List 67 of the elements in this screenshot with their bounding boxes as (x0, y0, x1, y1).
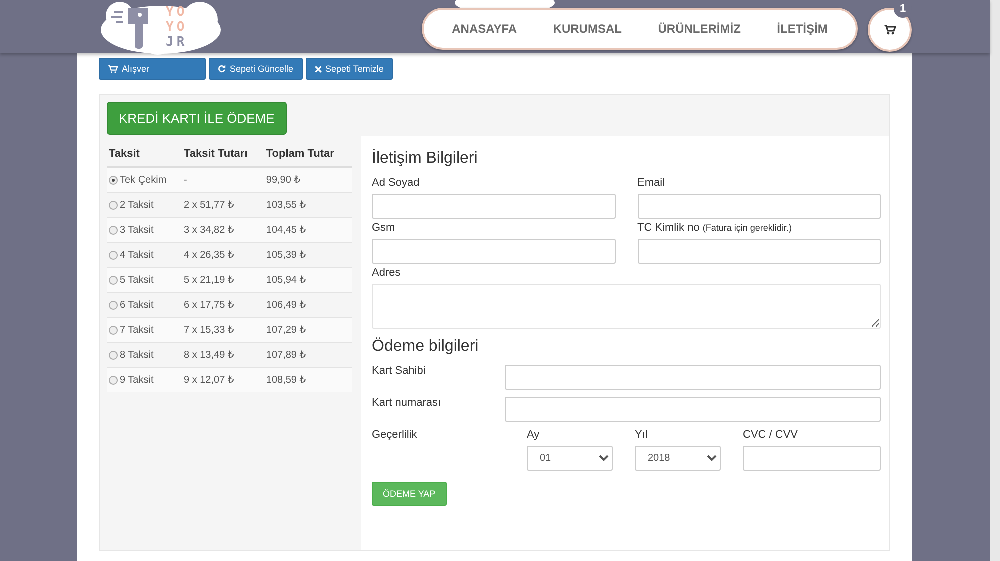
refresh-icon (218, 65, 226, 73)
input-field[interactable] (505, 397, 881, 422)
input-field[interactable] (638, 239, 881, 264)
installment-label: 8 Taksit (120, 350, 154, 360)
radio-button[interactable] (109, 250, 118, 260)
input-field[interactable] (372, 239, 616, 264)
field-label: CVC / CVV (743, 429, 800, 443)
field-label: Geçerlilik (372, 429, 418, 443)
field-label: Gsm (372, 222, 396, 236)
input-field[interactable] (638, 194, 881, 219)
dropdown[interactable]: 01 (527, 446, 613, 471)
cart-action-button[interactable]: Sepeti Temizle (306, 58, 393, 80)
logo-text: YO (166, 20, 188, 35)
radio-button[interactable] (109, 276, 118, 284)
table-cell: 9 x 12,07 ₺ (182, 368, 264, 392)
table-cell: 105,94 ₺ (264, 268, 352, 292)
radio-button[interactable] (109, 350, 118, 360)
nav-link[interactable]: KURUMSAL (549, 18, 626, 40)
cart-icon (108, 64, 118, 74)
table-cell: 108,59 ₺ (264, 368, 352, 392)
cart-icon (884, 25, 896, 35)
radio-button[interactable] (109, 326, 118, 334)
radio-button[interactable] (109, 176, 118, 184)
field-label: Kart Sahibi (372, 365, 427, 379)
field-label: Ad Soyad (372, 177, 421, 191)
radio-button[interactable] (109, 300, 118, 310)
table-cell: 5 x 21,19 ₺ (182, 268, 264, 292)
installment-label: 2 Taksit (120, 200, 154, 210)
field-label: Kart numarası (372, 397, 442, 411)
cart-action-button[interactable]: Alışver (99, 58, 206, 80)
radio-button[interactable] (109, 200, 118, 210)
input-field[interactable] (743, 446, 881, 471)
close-icon (314, 66, 322, 72)
input-field[interactable] (505, 365, 881, 390)
installment-label: Tek Çekim (120, 174, 167, 186)
dropdown[interactable]: 2018 (635, 446, 721, 471)
installment-label: 7 Taksit (120, 324, 154, 336)
installment-label: 4 Taksit (120, 250, 154, 260)
input-field[interactable] (372, 194, 616, 219)
installment-label: 3 Taksit (120, 224, 154, 236)
nav-link[interactable]: ÜRÜNLERİMİZ (654, 18, 745, 40)
installment-label: 5 Taksit (120, 274, 154, 286)
installment-label: 6 Taksit (120, 300, 154, 310)
section-title: İletişim Bilgileri (372, 150, 479, 168)
cart-action-button[interactable]: Sepeti Güncelle (209, 58, 303, 80)
table-cell: 7 x 15,33 ₺ (182, 318, 264, 342)
field-label: Adres (372, 267, 402, 281)
credit-card-payment-button[interactable]: KREDİ KARTI İLE ÖDEME (107, 102, 287, 135)
table-cell: 3 x 34,82 ₺ (182, 218, 264, 242)
radio-button[interactable] (109, 376, 118, 384)
table-cell: 99,90 ₺ (264, 167, 352, 192)
scrollbar[interactable] (990, 0, 1000, 561)
field-label: Email (638, 177, 666, 191)
field-label: TC Kimlik no (Fatura için gereklidir.) (638, 222, 793, 236)
table-cell: 107,29 ₺ (264, 318, 352, 342)
table-cell: - (182, 167, 264, 192)
logo-text: JR (166, 35, 188, 50)
nav-link[interactable]: ANASAYFA (448, 18, 522, 40)
field-label: Ay (527, 429, 541, 443)
address-field[interactable] (372, 284, 881, 329)
section-title: Ödeme bilgileri (372, 338, 480, 356)
installment-label: 9 Taksit (120, 374, 154, 386)
table-cell: 104,45 ₺ (264, 218, 352, 242)
logo-text: YO (166, 5, 188, 20)
nav-link[interactable]: İLETİŞİM (773, 18, 832, 40)
field-label: Yıl (635, 429, 649, 443)
radio-button[interactable] (109, 226, 118, 234)
